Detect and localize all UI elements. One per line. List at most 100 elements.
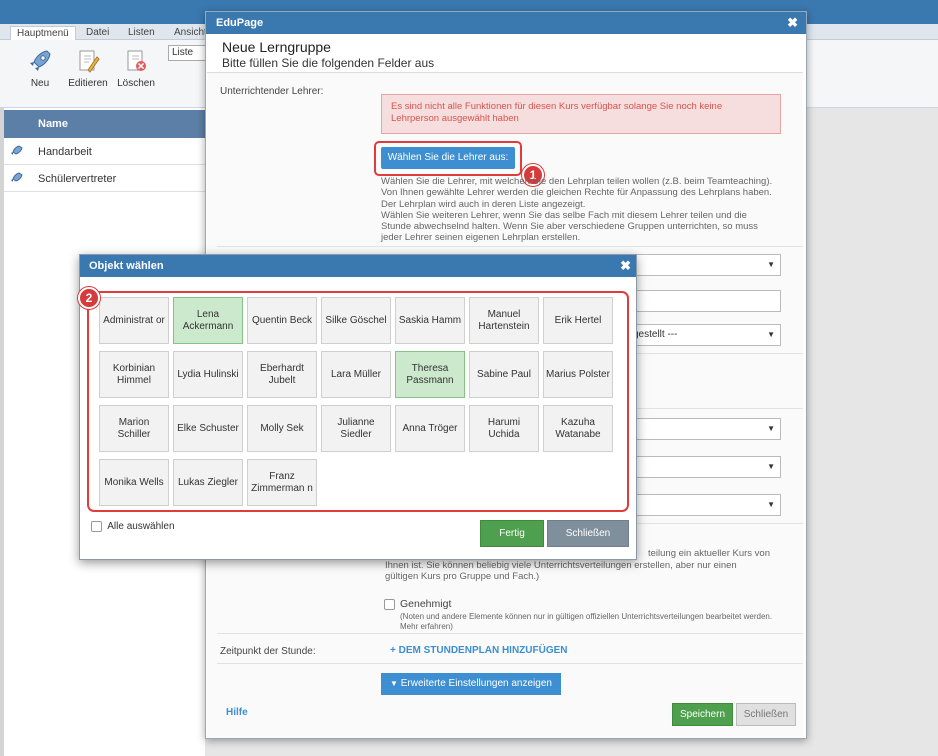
advanced-settings-button[interactable]: ▼ Erweiterte Einstellungen anzeigen bbox=[381, 673, 561, 695]
row-label: Schülervertreter bbox=[38, 173, 117, 185]
edit-document-icon bbox=[75, 48, 101, 74]
teacher-option[interactable]: Franz Zimmerman n bbox=[247, 459, 317, 506]
new-label: Neu bbox=[30, 78, 50, 89]
teacher-option[interactable]: Saskia Hamm bbox=[395, 297, 465, 344]
choose-teacher-button[interactable]: Wählen Sie die Lehrer aus: bbox=[381, 147, 515, 169]
teacher-option[interactable]: Lydia Hulinski bbox=[173, 351, 243, 398]
close-icon[interactable]: ✖ bbox=[787, 12, 798, 34]
teacher-option[interactable]: Silke Göschel bbox=[321, 297, 391, 344]
teacher-option[interactable]: Sabine Paul bbox=[469, 351, 539, 398]
delete-label: Löschen bbox=[117, 78, 155, 89]
divider bbox=[217, 633, 803, 634]
lesson-time-label: Zeitpunkt der Stunde: bbox=[220, 646, 316, 657]
delete-button[interactable]: Löschen bbox=[113, 48, 159, 89]
class-select[interactable]: gestellt --- ▼ bbox=[627, 324, 781, 346]
help-line: jeder Lehrer seinen eigenen Lehrplan ers… bbox=[381, 232, 581, 244]
divider bbox=[217, 246, 803, 247]
teacher-option[interactable]: Marion Schiller bbox=[99, 405, 169, 452]
warning-alert: Es sind nicht alle Funktionen für diesen… bbox=[381, 94, 781, 134]
teacher-label: Unterrichtender Lehrer: bbox=[220, 86, 324, 97]
subject-select[interactable]: ▼ bbox=[627, 254, 781, 276]
approved-note: (Noten und andere Elemente können nur in… bbox=[400, 612, 772, 632]
group-icon bbox=[10, 145, 24, 157]
help-line: Wählen Sie die Lehrer, mit welchen Sie d… bbox=[381, 176, 773, 187]
add-to-timetable-link[interactable]: + DEM STUNDENPLAN HINZUFÜGEN bbox=[390, 645, 568, 656]
picker-title: Objekt wählen bbox=[89, 260, 164, 272]
teacher-option[interactable]: Lena Ackermann bbox=[173, 297, 243, 344]
group-select[interactable]: ▼ bbox=[627, 418, 781, 440]
note-line: gültigen Kurs pro Gruppe und Fach.) bbox=[385, 571, 540, 582]
list-select[interactable]: Liste bbox=[168, 45, 208, 61]
table-row[interactable]: Handarbeit bbox=[4, 138, 205, 165]
teacher-option[interactable]: Administrat or bbox=[99, 297, 169, 344]
help-line: Stunde abwechselnd halten. Wenn Sie aber… bbox=[381, 221, 758, 233]
left-edge bbox=[0, 108, 4, 756]
object-picker-dialog: Objekt wählen ✖ Administrat or Lena Acker… bbox=[79, 254, 637, 560]
row-label: Handarbeit bbox=[38, 146, 92, 158]
save-button[interactable]: Speichern bbox=[672, 703, 733, 726]
teacher-option[interactable]: Eberhardt Jubelt bbox=[247, 351, 317, 398]
name-field[interactable] bbox=[627, 290, 781, 312]
caret-down-icon: ▼ bbox=[390, 679, 398, 688]
table-header: Name bbox=[4, 110, 205, 138]
teacher-option[interactable]: Theresa Passmann bbox=[395, 351, 465, 398]
tab-listen[interactable]: Listen bbox=[122, 26, 161, 40]
chevron-down-icon: ▼ bbox=[767, 260, 775, 269]
new-button[interactable]: Neu bbox=[17, 48, 63, 89]
approved-checkbox[interactable] bbox=[384, 599, 395, 610]
advanced-settings-label: Erweiterte Einstellungen anzeigen bbox=[400, 678, 552, 689]
picker-title-bar: Objekt wählen ✖ bbox=[80, 255, 636, 277]
rocket-icon bbox=[27, 48, 53, 74]
teacher-option[interactable]: Lara Müller bbox=[321, 351, 391, 398]
delete-document-icon bbox=[123, 48, 149, 74]
dialog-heading: Neue Lerngruppe bbox=[222, 39, 331, 55]
chevron-down-icon: ▼ bbox=[767, 500, 775, 509]
note-line: Ihnen ist. Sie können beliebig viele Unt… bbox=[385, 559, 737, 571]
teacher-option[interactable]: Elke Schuster bbox=[173, 405, 243, 452]
teacher-option[interactable]: Korbinian Himmel bbox=[99, 351, 169, 398]
help-line: Wählen Sie weiteren Lehrer, wenn Sie das… bbox=[381, 209, 747, 221]
done-button[interactable]: Fertig bbox=[480, 520, 544, 547]
table-row[interactable]: Schülervertreter bbox=[4, 165, 205, 192]
teacher-help-text: Wählen Sie die Lehrer, mit welchen Sie d… bbox=[381, 176, 781, 244]
close-icon[interactable]: ✖ bbox=[620, 255, 631, 277]
column-name-header[interactable]: Name bbox=[38, 118, 68, 130]
teacher-option[interactable]: Manuel Hartenstein bbox=[469, 297, 539, 344]
note-line: (Noten und andere Elemente können nur in… bbox=[400, 612, 773, 621]
plan-select[interactable]: ▼ bbox=[627, 494, 781, 516]
group-icon bbox=[10, 172, 24, 184]
teacher-option[interactable]: Marius Polster bbox=[543, 351, 613, 398]
chevron-down-icon: ▼ bbox=[767, 462, 775, 471]
period-select[interactable]: ▼ bbox=[627, 456, 781, 478]
note-line: Mehr erfahren) bbox=[400, 622, 453, 631]
teacher-option[interactable]: Anna Tröger bbox=[395, 405, 465, 452]
teacher-option[interactable]: Quentin Beck bbox=[247, 297, 317, 344]
approved-label: Genehmigt bbox=[400, 598, 452, 610]
teacher-option[interactable]: Harumi Uchida bbox=[469, 405, 539, 452]
dialog-title: EduPage bbox=[216, 17, 264, 29]
select-all-checkbox[interactable] bbox=[91, 521, 102, 532]
teacher-option[interactable]: Molly Sek bbox=[247, 405, 317, 452]
class-select-value: gestellt --- bbox=[633, 329, 678, 340]
step-marker-2: 2 bbox=[78, 287, 100, 309]
divider bbox=[217, 663, 803, 664]
tab-datei[interactable]: Datei bbox=[80, 26, 115, 40]
picker-close-button[interactable]: Schließen bbox=[547, 520, 629, 547]
help-line: Der Lehrplan wird auch in deren Liste an… bbox=[381, 198, 586, 210]
edit-label: Editieren bbox=[68, 78, 108, 89]
tab-hauptmenu[interactable]: Hauptmenü bbox=[10, 26, 76, 40]
help-line: Von Ihnen gewählte Lehrer werden die gle… bbox=[381, 187, 772, 199]
dialog-title-bar: EduPage ✖ bbox=[206, 12, 806, 34]
teacher-option[interactable]: Monika Wells bbox=[99, 459, 169, 506]
teacher-option[interactable]: Lukas Ziegler bbox=[173, 459, 243, 506]
help-link[interactable]: Hilfe bbox=[226, 707, 248, 718]
edit-button[interactable]: Editieren bbox=[65, 48, 111, 89]
select-all-row[interactable]: Alle auswählen bbox=[91, 521, 175, 532]
teacher-option[interactable]: Kazuha Watanabe bbox=[543, 405, 613, 452]
chevron-down-icon: ▼ bbox=[767, 330, 775, 339]
chevron-down-icon: ▼ bbox=[767, 424, 775, 433]
dialog-subheading: Bitte füllen Sie die folgenden Felder au… bbox=[222, 56, 435, 70]
teacher-option[interactable]: Erik Hertel bbox=[543, 297, 613, 344]
close-button[interactable]: Schließen bbox=[736, 703, 796, 726]
teacher-option[interactable]: Julianne Siedler bbox=[321, 405, 391, 452]
